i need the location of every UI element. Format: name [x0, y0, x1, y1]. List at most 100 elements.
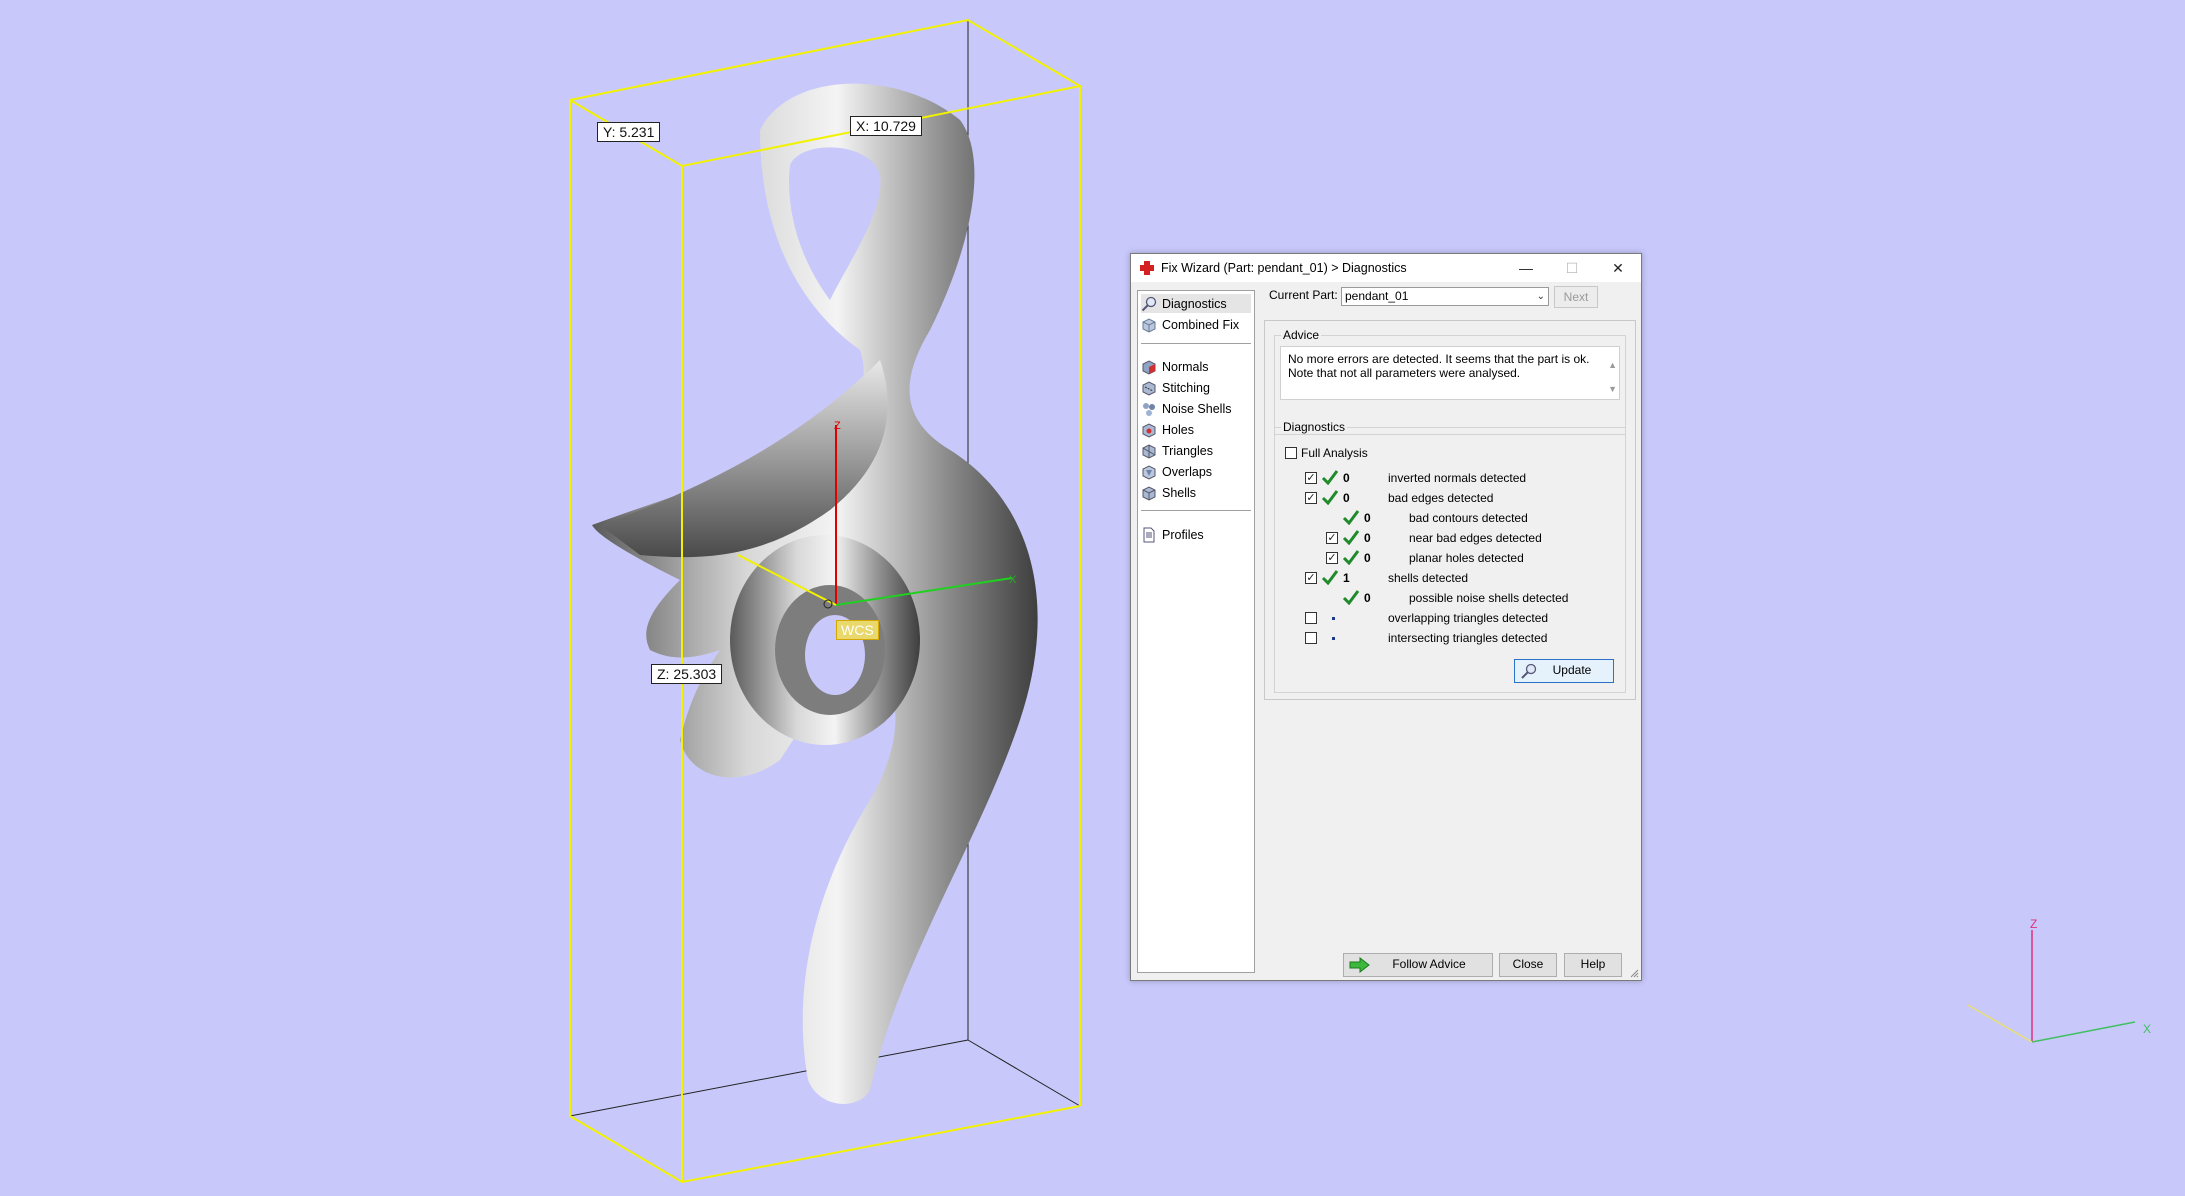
dialog-title: Fix Wizard (Part: pendant_01) > Diagnost…	[1161, 261, 1407, 275]
follow-advice-label: Follow Advice	[1392, 957, 1466, 971]
nav-item-profiles[interactable]: Profiles	[1141, 525, 1251, 544]
row-label-noise-shells: possible noise shells detected	[1409, 591, 1569, 605]
nav-label: Overlaps	[1162, 464, 1213, 479]
current-part-label: Current Part:	[1269, 288, 1338, 302]
wizard-nav-panel: Diagnostics Combined Fix Normals Stitchi…	[1137, 290, 1255, 973]
nav-item-shells[interactable]: Shells	[1141, 483, 1251, 502]
green-arrow-icon	[1349, 957, 1370, 973]
row-checkbox-planar-holes[interactable]: ✓	[1326, 552, 1338, 564]
cube-fix-icon	[1142, 317, 1156, 333]
green-check-icon	[1321, 490, 1339, 505]
mini-axis-triad	[1967, 930, 2136, 1043]
nav-item-stitching[interactable]: Stitching	[1141, 378, 1251, 397]
green-check-icon	[1342, 550, 1360, 565]
advice-group-title: Advice	[1281, 328, 1322, 342]
row-label-bad-contours: bad contours detected	[1409, 511, 1528, 525]
advice-text-box: No more errors are detected. It seems th…	[1280, 346, 1620, 400]
row-count: 0	[1343, 491, 1350, 505]
full-analysis-checkbox[interactable]	[1285, 447, 1297, 459]
row-checkbox-near-bad-edges[interactable]: ✓	[1326, 532, 1338, 544]
row-count: 0	[1364, 551, 1371, 565]
3d-viewport[interactable]: X Z Z X Y: 5.231 X: 10.729 Z: 25.303 WCS	[0, 0, 2185, 1196]
nav-item-diagnostics[interactable]: Diagnostics	[1141, 294, 1251, 313]
chevron-down-icon: ⌄	[1536, 291, 1545, 302]
nav-label: Shells	[1162, 485, 1197, 500]
nav-item-noise-shells[interactable]: Noise Shells	[1141, 399, 1251, 418]
shells-icon	[1142, 485, 1156, 501]
row-checkbox-overlapping-triangles[interactable]	[1305, 612, 1317, 624]
overlaps-icon	[1142, 464, 1156, 480]
nav-label: Combined Fix	[1162, 317, 1240, 332]
maximize-button[interactable]: ☐	[1549, 254, 1595, 282]
green-check-icon	[1342, 530, 1360, 545]
green-check-icon	[1342, 510, 1360, 525]
help-button[interactable]: Help	[1564, 953, 1622, 977]
row-checkbox-shells[interactable]: ✓	[1305, 572, 1317, 584]
nav-label: Normals	[1162, 359, 1209, 374]
normals-icon	[1142, 359, 1156, 375]
wcs-axis-z-label: Z	[834, 420, 841, 432]
row-label-planar-holes: planar holes detected	[1409, 551, 1524, 565]
nav-label: Triangles	[1162, 443, 1213, 458]
nav-divider	[1141, 343, 1251, 344]
green-check-icon	[1342, 590, 1360, 605]
nav-item-normals[interactable]: Normals	[1141, 357, 1251, 376]
dimension-z-label: Z: 25.303	[651, 664, 723, 684]
row-count: 0	[1364, 511, 1371, 525]
row-count: 1	[1343, 571, 1350, 585]
holes-icon	[1142, 422, 1156, 438]
nav-label: Profiles	[1162, 527, 1204, 542]
full-analysis-label: Full Analysis	[1301, 446, 1368, 460]
nav-divider	[1141, 510, 1251, 511]
advice-scrollbar[interactable]: ▲ ▼	[1608, 353, 1617, 401]
mini-axis-z-label: Z	[2030, 917, 2038, 931]
current-part-select[interactable]: pendant_01 ⌄	[1341, 287, 1549, 306]
nav-item-combined-fix[interactable]: Combined Fix	[1141, 315, 1251, 334]
nav-item-overlaps[interactable]: Overlaps	[1141, 462, 1251, 481]
red-cross-app-icon	[1140, 261, 1154, 275]
row-label-overlapping-triangles: overlapping triangles detected	[1388, 611, 1549, 625]
nav-label: Noise Shells	[1162, 401, 1232, 416]
advice-text: No more errors are detected. It seems th…	[1288, 352, 1590, 380]
dialog-titlebar[interactable]: Fix Wizard (Part: pendant_01) > Diagnost…	[1131, 254, 1641, 282]
mini-axis-x-label: X	[2143, 1022, 2152, 1036]
nav-label: Stitching	[1162, 380, 1210, 395]
status-dot-icon	[1332, 617, 1335, 620]
row-label-near-bad-edges: near bad edges detected	[1409, 531, 1542, 545]
nav-item-triangles[interactable]: Triangles	[1141, 441, 1251, 460]
row-count: 0	[1364, 531, 1371, 545]
green-check-icon	[1321, 470, 1339, 485]
update-button[interactable]: Update	[1514, 659, 1614, 683]
follow-advice-button[interactable]: Follow Advice	[1343, 953, 1493, 977]
row-label-inverted-normals: inverted normals detected	[1388, 471, 1527, 485]
triangles-icon	[1142, 443, 1156, 459]
green-check-icon	[1321, 570, 1339, 585]
row-checkbox-bad-edges[interactable]: ✓	[1305, 492, 1317, 504]
nav-label: Diagnostics	[1162, 296, 1227, 311]
diagnostics-group-title: Diagnostics	[1281, 420, 1348, 434]
row-count: 0	[1364, 591, 1371, 605]
wcs-axis-x-label: X	[1009, 574, 1017, 586]
nav-item-holes[interactable]: Holes	[1141, 420, 1251, 439]
next-button[interactable]: Next	[1554, 286, 1598, 308]
row-label-intersecting-triangles: intersecting triangles detected	[1388, 631, 1548, 645]
dimension-y-label: Y: 5.231	[597, 122, 661, 142]
nav-label: Holes	[1162, 422, 1194, 437]
close-button[interactable]: Close	[1499, 953, 1557, 977]
row-label-shells: shells detected	[1388, 571, 1469, 585]
update-label: Update	[1552, 663, 1592, 677]
document-icon	[1143, 527, 1155, 542]
row-label-bad-edges: bad edges detected	[1388, 491, 1494, 505]
row-count: 0	[1343, 471, 1350, 485]
close-window-button[interactable]: ✕	[1595, 254, 1641, 282]
noise-shells-icon	[1143, 402, 1155, 416]
magnifier-icon	[1521, 663, 1537, 679]
current-part-value: pendant_01	[1345, 289, 1409, 303]
dimension-x-label: X: 10.729	[850, 116, 922, 136]
model-scene	[569, 18, 2136, 1184]
stitching-icon	[1142, 380, 1156, 396]
resize-grip-icon[interactable]	[1629, 968, 1639, 978]
row-checkbox-inverted-normals[interactable]: ✓	[1305, 472, 1317, 484]
minimize-button[interactable]: —	[1503, 254, 1549, 282]
row-checkbox-intersecting-triangles[interactable]	[1305, 632, 1317, 644]
